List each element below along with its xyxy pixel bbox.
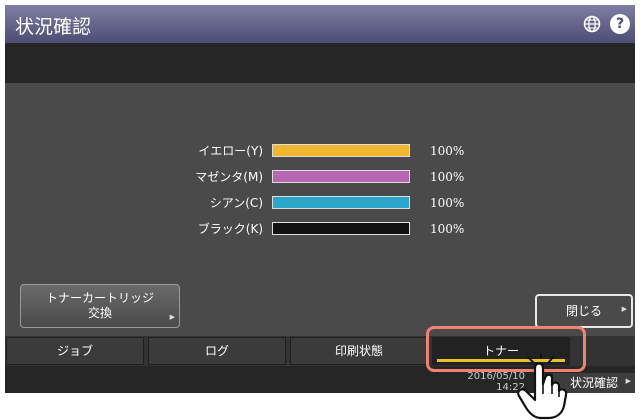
toner-label: ブラック(K) [197,222,263,236]
close-button[interactable]: 閉じる ▶ [535,294,633,328]
toner-row-yellow: イエロー(Y) 100% [5,141,635,161]
toner-label: イエロー(Y) [198,144,263,158]
toner-percent: 100% [430,222,465,236]
toner-row-magenta: マゼンタ(M) 100% [5,167,635,187]
toner-row-cyan: シアン(C) 100% [5,193,635,213]
message-bar [5,43,635,83]
toner-level-fill [273,223,409,234]
tab-log[interactable]: ログ [148,337,286,365]
toner-label: マゼンタ(M) [195,170,263,184]
toner-label: シアン(C) [209,196,263,210]
toner-level-bar [272,222,410,235]
toner-level-bar [272,196,410,209]
status-check-label: 状況確認 [569,376,618,390]
close-button-label: 閉じる [565,304,602,318]
help-icon[interactable]: ? [610,14,630,34]
button-label-line1: トナーカートリッジ [45,291,154,305]
toner-percent: 100% [430,144,465,158]
toner-level-fill [273,145,409,156]
tab-job[interactable]: ジョブ [6,337,144,365]
triangle-right-icon: ▶ [625,377,631,385]
page-title: 状況確認 [15,16,92,38]
toner-level-bar [272,144,410,157]
tab-print-status[interactable]: 印刷状態 [290,337,428,365]
toner-level-bar [272,170,410,183]
status-screen: 状況確認 ? イエロー(Y) 100% マゼンタ(M) 100% シアン(C) … [5,5,635,393]
replace-toner-cartridge-button[interactable]: トナーカートリッジ 交換 ▶ [20,284,180,328]
globe-icon[interactable] [583,15,601,33]
toner-level-fill [273,171,409,182]
button-label-line2: 交換 [87,306,112,320]
triangle-right-icon: ▶ [169,313,175,321]
toner-row-black: ブラック(K) 100% [5,219,635,239]
toner-level-fill [273,197,409,208]
title-bar: 状況確認 ? [5,5,635,43]
pointer-hand-icon [517,354,568,420]
toner-percent: 100% [430,170,465,184]
toner-percent: 100% [430,196,465,210]
triangle-right-icon: ▶ [621,305,627,313]
